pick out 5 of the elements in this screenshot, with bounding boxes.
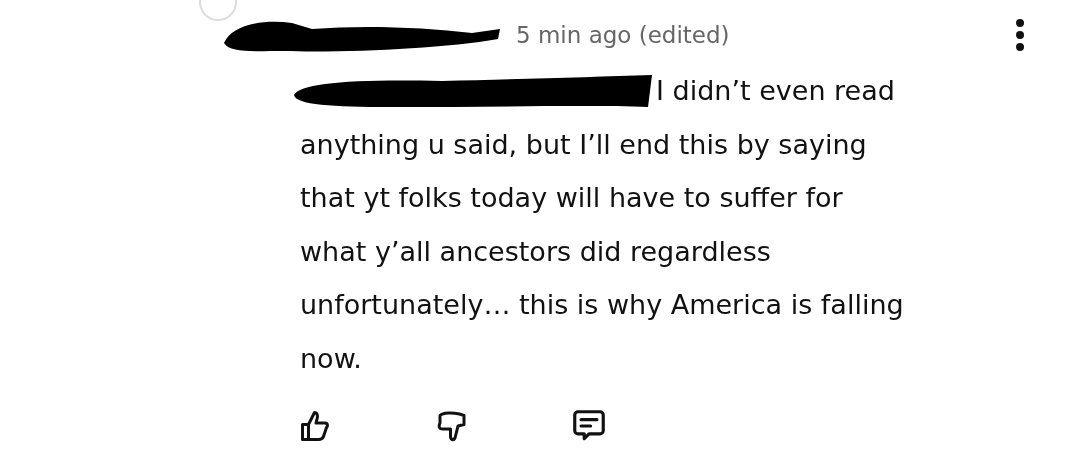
comment-text: anything u said, but I’ll end this by saying that yt folks today will have to suffer for what y’all ancestors did regardless unfortunately… this is why America is falling now. <box>299 127 904 376</box>
comment-timestamp: 5 min ago (edited) <box>516 22 730 48</box>
comment-text: I didn’t even read <box>656 74 895 108</box>
avatar-icon <box>198 0 238 22</box>
more-options-icon[interactable] <box>1015 18 1025 52</box>
